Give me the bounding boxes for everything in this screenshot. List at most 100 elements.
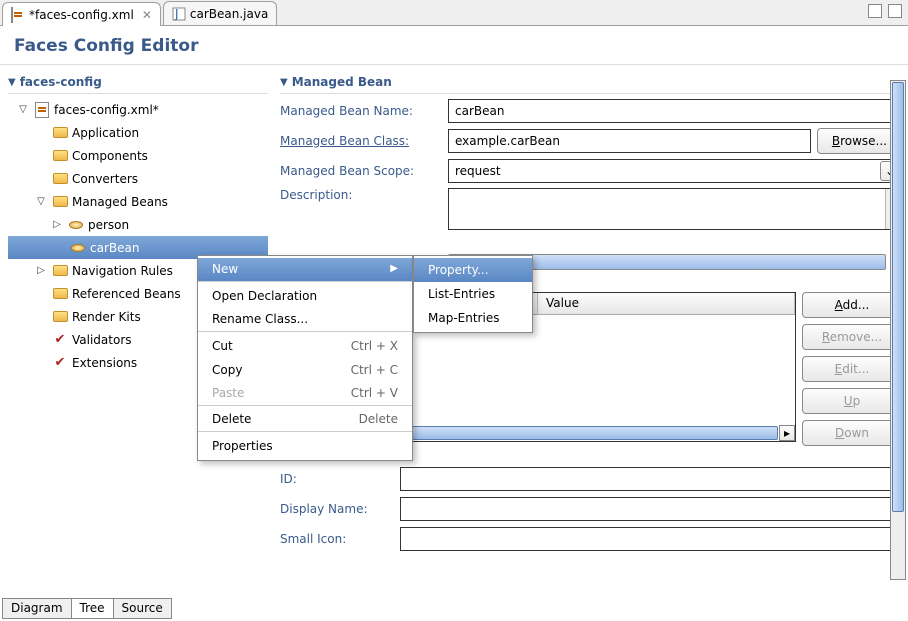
twisty-icon: ▼ bbox=[280, 77, 288, 88]
tree-components[interactable]: ▷ Components bbox=[8, 144, 268, 167]
scrollbar-thumb[interactable] bbox=[892, 82, 904, 512]
tree-label: faces-config.xml* bbox=[54, 103, 159, 117]
down-button[interactable]: Down bbox=[802, 420, 902, 446]
tree-application[interactable]: ▷ Application bbox=[8, 121, 268, 144]
tree-label: Validators bbox=[72, 333, 132, 347]
editor-title: Faces Config Editor bbox=[0, 26, 908, 65]
main-split: ▼ faces-config ▽ faces-config.xml* ▷ App… bbox=[0, 65, 908, 605]
check-icon: ✔ bbox=[52, 355, 68, 371]
tree-converters[interactable]: ▷ Converters bbox=[8, 167, 268, 190]
tab-diagram[interactable]: Diagram bbox=[2, 598, 72, 619]
tree-label: Managed Beans bbox=[72, 195, 168, 209]
ctx-label: New bbox=[212, 262, 238, 276]
add-button[interactable]: Add... bbox=[802, 292, 902, 318]
tree-label: person bbox=[88, 218, 129, 232]
label-id: ID: bbox=[280, 472, 400, 486]
tree-root[interactable]: ▽ faces-config.xml* bbox=[8, 98, 268, 121]
right-section-header[interactable]: ▼ Managed Bean bbox=[280, 71, 902, 94]
ctx-paste: Paste Ctrl + V bbox=[198, 382, 412, 406]
editor-tab-bar: *faces-config.xml ✕ J carBean.java bbox=[0, 0, 908, 26]
ctx-label: List-Entries bbox=[428, 287, 495, 301]
input-small-icon[interactable] bbox=[400, 527, 902, 551]
expand-icon[interactable]: ▷ bbox=[50, 219, 64, 230]
ctx-label: Properties bbox=[212, 439, 273, 453]
folder-icon bbox=[52, 148, 68, 164]
ctx-label: Cut bbox=[212, 339, 233, 353]
row-display-name: Display Name: bbox=[280, 496, 902, 522]
row-bean-name: Managed Bean Name: bbox=[280, 98, 902, 124]
edit-button[interactable]: Edit... bbox=[802, 356, 902, 382]
maximize-icon[interactable] bbox=[888, 4, 902, 18]
svg-text:J: J bbox=[174, 7, 179, 21]
folder-icon bbox=[52, 194, 68, 210]
bean-icon bbox=[70, 240, 86, 256]
tree-label: carBean bbox=[90, 241, 139, 255]
ctx-new[interactable]: New ▶ bbox=[198, 258, 412, 282]
section-label: Managed Bean bbox=[292, 75, 392, 89]
submenu-arrow-icon: ▶ bbox=[390, 263, 398, 274]
ctx-rename-class[interactable]: Rename Class... bbox=[198, 308, 412, 332]
label-bean-class[interactable]: Managed Bean Class: bbox=[280, 134, 448, 148]
expand-icon[interactable]: ▽ bbox=[34, 196, 48, 207]
ctx-shortcut: Ctrl + X bbox=[351, 339, 398, 353]
col-value[interactable]: Value bbox=[538, 293, 795, 314]
textarea-description[interactable] bbox=[448, 188, 902, 230]
ctx-label: Paste bbox=[212, 386, 244, 400]
java-file-icon: J bbox=[172, 7, 186, 21]
label-small-icon: Small Icon: bbox=[280, 532, 400, 546]
bean-icon bbox=[68, 217, 84, 233]
ctx-label: Open Declaration bbox=[212, 289, 317, 303]
xml-file-icon bbox=[34, 102, 50, 118]
tree-managed-beans[interactable]: ▽ Managed Beans bbox=[8, 190, 268, 213]
row-bean-scope: Managed Bean Scope: ⌄ bbox=[280, 158, 902, 184]
ctx-label: Copy bbox=[212, 363, 242, 377]
input-bean-class[interactable] bbox=[448, 129, 811, 153]
folder-icon bbox=[52, 171, 68, 187]
select-bean-scope[interactable]: ⌄ bbox=[448, 159, 902, 183]
tree-label: Components bbox=[72, 149, 148, 163]
input-bean-name[interactable] bbox=[448, 99, 902, 123]
ctx-copy[interactable]: Copy Ctrl + C bbox=[198, 358, 412, 382]
ctx-label: Map-Entries bbox=[428, 311, 499, 325]
close-icon[interactable]: ✕ bbox=[142, 8, 152, 22]
select-value[interactable] bbox=[448, 159, 902, 183]
folder-icon bbox=[52, 125, 68, 141]
folder-icon bbox=[52, 286, 68, 302]
tab-label: carBean.java bbox=[190, 7, 268, 21]
left-section-header[interactable]: ▼ faces-config bbox=[8, 71, 268, 94]
expand-icon[interactable]: ▷ bbox=[34, 265, 48, 276]
sub-list-entries[interactable]: List-Entries bbox=[414, 282, 532, 306]
ctx-shortcut: Delete bbox=[359, 412, 398, 426]
tab-source[interactable]: Source bbox=[113, 598, 172, 619]
ctx-cut[interactable]: Cut Ctrl + X bbox=[198, 334, 412, 358]
section-label: faces-config bbox=[20, 75, 102, 89]
row-description: Description: bbox=[280, 188, 902, 230]
row-small-icon: Small Icon: bbox=[280, 526, 902, 552]
bottom-tab-bar: Diagram Tree Source bbox=[2, 598, 171, 619]
label-bean-scope: Managed Bean Scope: bbox=[280, 164, 448, 178]
sub-property[interactable]: Property... bbox=[414, 258, 532, 282]
tree-label: Extensions bbox=[72, 356, 137, 370]
ctx-label: Property... bbox=[428, 263, 489, 277]
sub-map-entries[interactable]: Map-Entries bbox=[414, 306, 532, 330]
input-id[interactable] bbox=[400, 467, 902, 491]
minimize-icon[interactable] bbox=[868, 4, 882, 18]
tab-faces-config[interactable]: *faces-config.xml ✕ bbox=[2, 2, 161, 26]
ctx-label: Rename Class... bbox=[212, 312, 308, 326]
up-button[interactable]: Up bbox=[802, 388, 902, 414]
input-display-name[interactable] bbox=[400, 497, 902, 521]
scrollbar-vertical[interactable] bbox=[890, 80, 906, 580]
twisty-icon: ▼ bbox=[8, 77, 16, 88]
remove-button[interactable]: Remove... bbox=[802, 324, 902, 350]
context-submenu-new: Property... List-Entries Map-Entries bbox=[413, 255, 533, 333]
label-bean-name: Managed Bean Name: bbox=[280, 104, 448, 118]
tree-person[interactable]: ▷ person bbox=[8, 213, 268, 236]
ctx-properties[interactable]: Properties bbox=[198, 434, 412, 458]
row-id: ID: bbox=[280, 466, 902, 492]
tab-tree[interactable]: Tree bbox=[71, 598, 114, 619]
expand-icon[interactable]: ▽ bbox=[16, 104, 30, 115]
tab-carbean-java[interactable]: J carBean.java bbox=[163, 1, 277, 25]
ctx-delete[interactable]: Delete Delete bbox=[198, 408, 412, 432]
properties-buttons: Add... Remove... Edit... Up Down bbox=[802, 292, 902, 446]
ctx-open-declaration[interactable]: Open Declaration bbox=[198, 284, 412, 308]
